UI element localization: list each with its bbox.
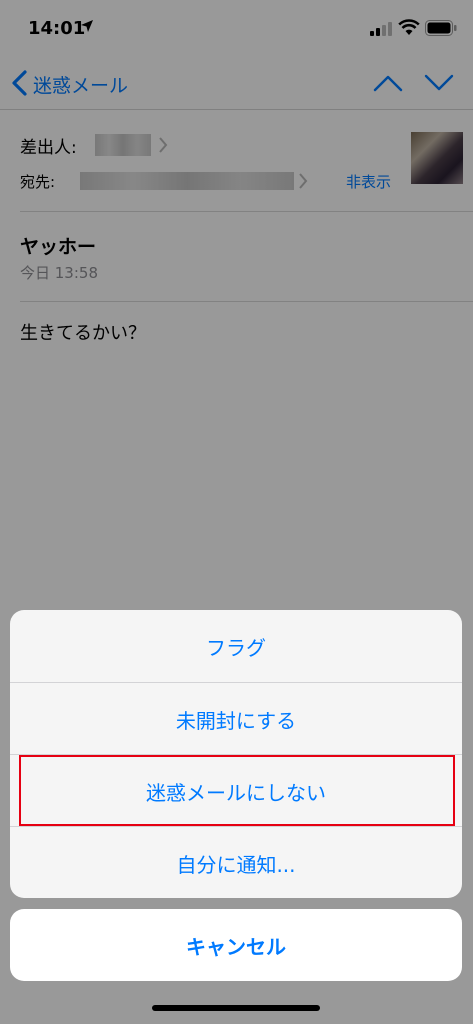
notify-me-button[interactable]: 自分に通知...	[10, 827, 462, 898]
home-indicator[interactable]	[152, 1005, 320, 1011]
cancel-button[interactable]: キャンセル	[10, 909, 462, 981]
mark-unread-button[interactable]: 未開封にする	[10, 683, 462, 755]
highlight-annotation-box	[19, 755, 455, 826]
flag-button[interactable]: フラグ	[10, 610, 462, 682]
action-sheet: フラグ 未開封にする 迷惑メールにしない 自分に通知...	[10, 610, 462, 898]
